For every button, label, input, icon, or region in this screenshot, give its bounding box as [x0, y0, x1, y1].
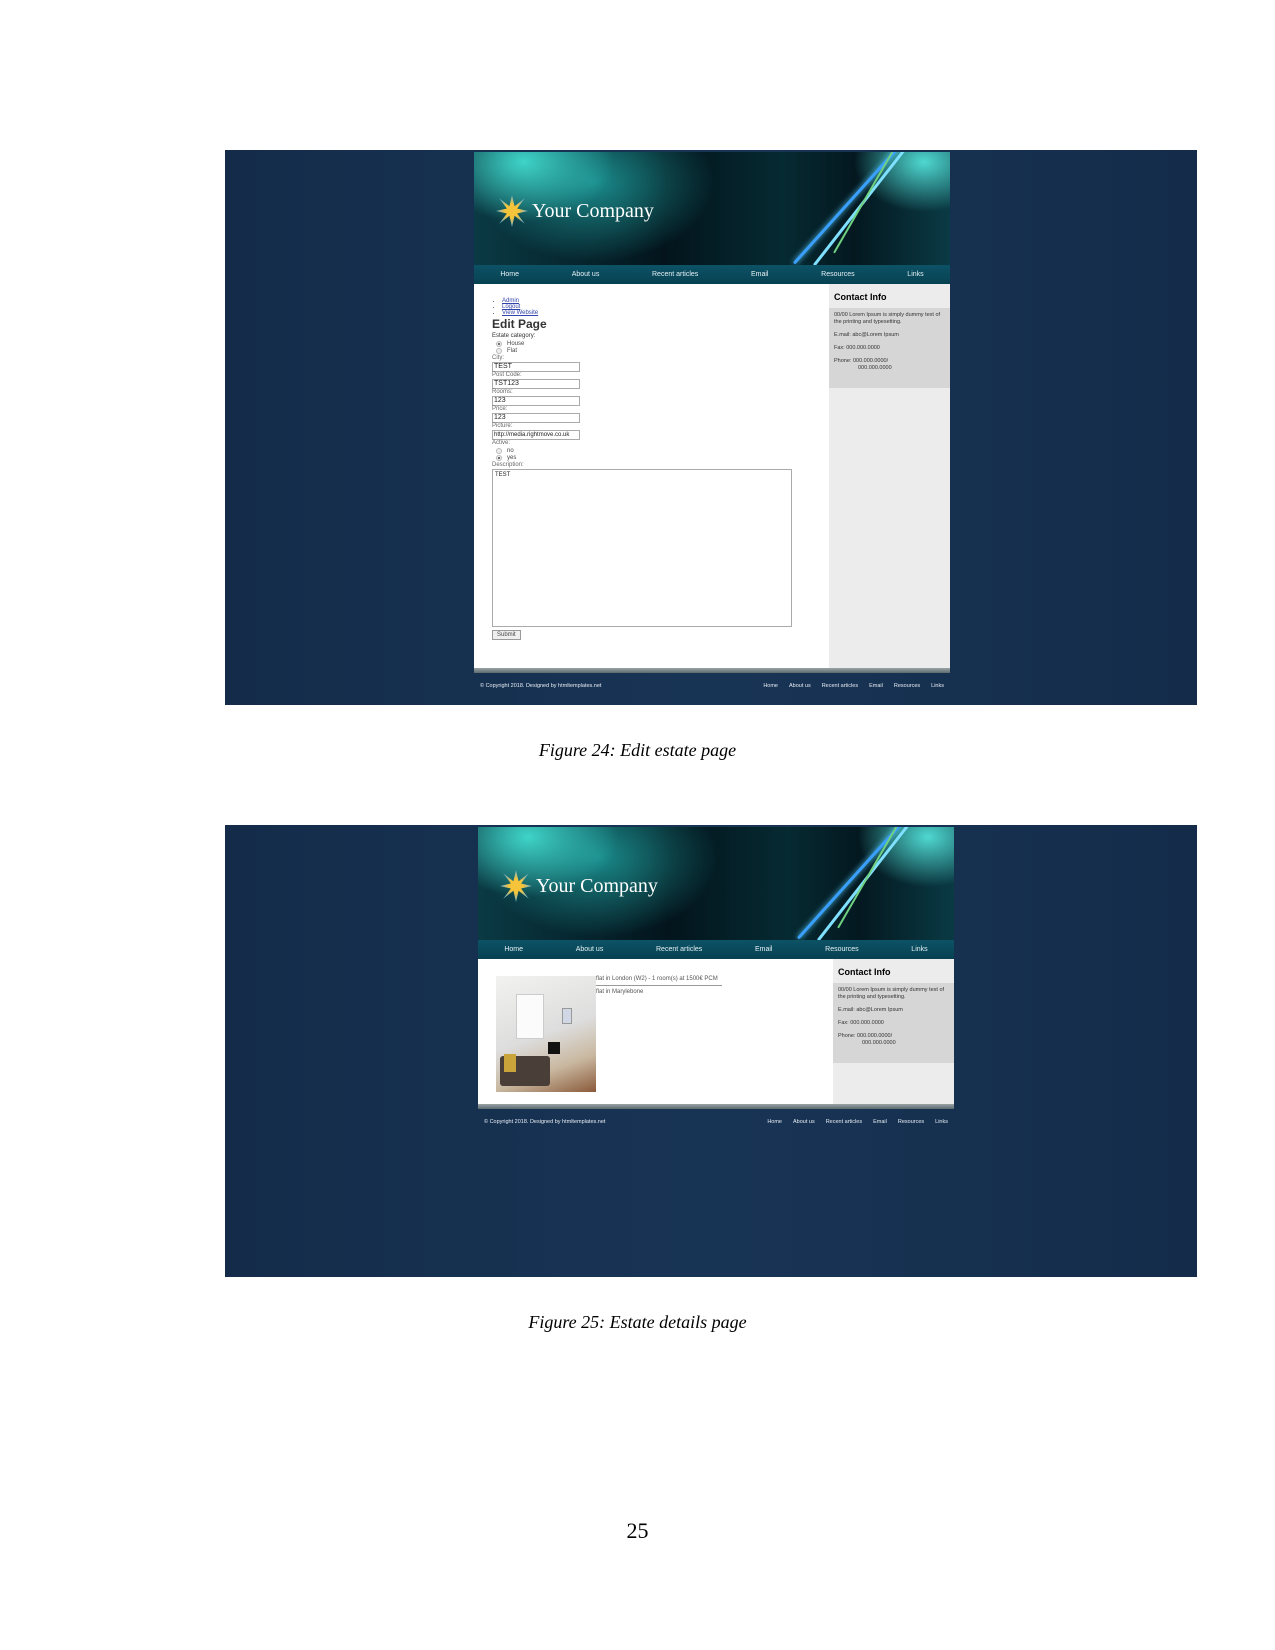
figure-caption: Figure 25: Estate details page — [528, 1312, 747, 1332]
listing-description: flat in Marylebone — [596, 989, 644, 995]
description-textarea[interactable]: TEST — [492, 469, 792, 627]
contact-email: E.mail: abc@Lorem Ipsum — [834, 332, 899, 338]
footer-link-resources[interactable]: Resources — [894, 683, 920, 689]
nav-email[interactable]: Email — [751, 271, 769, 278]
site-footer: © Copyright 2018. Designed by htmltempla… — [474, 673, 950, 689]
site-header: Your Company — [478, 827, 954, 940]
site-footer: © Copyright 2018. Designed by htmltempla… — [478, 1109, 954, 1125]
footer-link-home[interactable]: Home — [767, 1119, 782, 1125]
nav-links[interactable]: Links — [907, 271, 923, 278]
site-header: Your Company — [474, 152, 950, 265]
listing: flat in London (W2) - 1 room(s) at 1500€… — [596, 976, 722, 995]
footer-link-email[interactable]: Email — [869, 683, 883, 689]
contact-sidebar: Contact Info 00/00 Lorem Ipsum is simply… — [833, 959, 954, 1104]
main-nav: Home About us Recent articles Email Resource… — [474, 265, 950, 284]
company-logo[interactable]: Your Company — [496, 195, 654, 227]
star-icon — [500, 870, 532, 902]
contact-fax: Fax: 000.000.0000 — [838, 1020, 884, 1026]
city-input[interactable]: TEST — [492, 362, 580, 372]
nav-resources[interactable]: Resources — [821, 271, 854, 278]
edit-estate-screenshot: Your Company Home About us Recent articles… — [225, 150, 1197, 705]
price-input[interactable]: 123 — [492, 413, 580, 423]
nav-resources[interactable]: Resources — [825, 946, 858, 953]
contact-phone: Phone: 000.000.0000/ — [838, 1033, 893, 1039]
contact-fax: Fax: 000.000.0000 — [834, 345, 880, 351]
main-nav: Home About us Recent articles Email Resource… — [478, 940, 954, 959]
radio-label: no — [507, 448, 514, 454]
footer-link-home[interactable]: Home — [763, 683, 778, 689]
copyright: © Copyright 2018. Designed by htmltempla… — [480, 683, 602, 689]
nav-about-us[interactable]: About us — [576, 946, 604, 953]
footer-link-email[interactable]: Email — [873, 1119, 887, 1125]
listing-title[interactable]: flat in London (W2) - 1 room(s) at 1500€… — [596, 976, 722, 986]
company-logo[interactable]: Your Company — [500, 870, 658, 902]
contact-title: Contact Info — [829, 284, 950, 308]
nav-recent-articles[interactable]: Recent articles — [652, 271, 698, 278]
contact-email: E.mail: abc@Lorem Ipsum — [838, 1007, 903, 1013]
contact-phone: Phone: 000.000.0000/ — [834, 358, 889, 364]
footer-link-links[interactable]: Links — [931, 683, 944, 689]
estate-details-screenshot: Your Company Home About us Recent articles… — [225, 825, 1197, 1277]
radio-label: yes — [507, 455, 517, 461]
radio-label: Flat — [507, 348, 518, 354]
postcode-input[interactable]: TST123 — [492, 379, 580, 389]
contact-title: Contact Info — [833, 959, 954, 983]
estate-photo[interactable] — [496, 976, 596, 1092]
radio-label: House — [507, 341, 525, 347]
copyright: © Copyright 2018. Designed by htmltempla… — [484, 1119, 606, 1125]
submit-button[interactable]: Submit — [492, 630, 521, 640]
footer-link-recent-articles[interactable]: Recent articles — [822, 683, 858, 689]
star-icon — [496, 195, 528, 227]
nav-recent-articles[interactable]: Recent articles — [656, 946, 702, 953]
page-number: 25 — [626, 1518, 649, 1543]
figure-caption: Figure 24: Edit estate page — [538, 740, 737, 760]
contact-sidebar: Contact Info 00/00 Lorem Ipsum is simply… — [829, 284, 950, 668]
footer-link-links[interactable]: Links — [935, 1119, 948, 1125]
footer-link-resources[interactable]: Resources — [898, 1119, 924, 1125]
footer-links: Home About us Recent articles Email Resource… — [756, 1119, 948, 1125]
nav-home[interactable]: Home — [500, 271, 519, 278]
nav-email[interactable]: Email — [755, 946, 773, 953]
contact-text: 00/00 Lorem Ipsum is simply dummy text o… — [834, 312, 941, 325]
footer-link-about-us[interactable]: About us — [793, 1119, 815, 1125]
view-website-link[interactable]: View Website — [502, 310, 538, 316]
contact-phone-2: 000.000.0000 — [862, 1040, 896, 1046]
nav-home[interactable]: Home — [504, 946, 523, 953]
picture-input[interactable]: http://media.rightmove.co.uk — [492, 430, 580, 440]
contact-phone-2: 000.000.0000 — [858, 365, 892, 371]
nav-about-us[interactable]: About us — [572, 271, 600, 278]
contact-text: 00/00 Lorem Ipsum is simply dummy text o… — [838, 987, 945, 1000]
footer-link-about-us[interactable]: About us — [789, 683, 811, 689]
footer-links: Home About us Recent articles Email Resource… — [752, 683, 944, 689]
footer-link-recent-articles[interactable]: Recent articles — [826, 1119, 862, 1125]
nav-links[interactable]: Links — [911, 946, 927, 953]
rooms-input[interactable]: 123 — [492, 396, 580, 406]
